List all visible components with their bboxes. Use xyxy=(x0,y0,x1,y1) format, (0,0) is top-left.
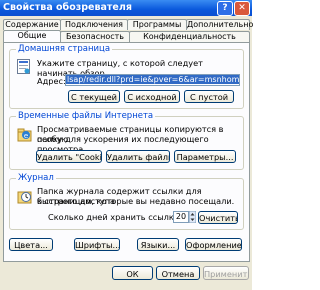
fonts-button[interactable]: Шрифты... xyxy=(74,238,120,251)
apply-button[interactable]: Применить xyxy=(203,266,249,280)
tab-content[interactable]: Содержание xyxy=(3,19,61,30)
address-label: Адрес: xyxy=(37,76,66,86)
history-legend: Журнал xyxy=(16,173,56,183)
use-current-button[interactable]: С текущей xyxy=(68,90,120,103)
clear-history-button[interactable]: Очистить xyxy=(198,211,238,224)
colors-button[interactable]: Цвета... xyxy=(9,238,53,251)
history-days-label: Сколько дней хранить ссылки: xyxy=(48,212,182,222)
temp-settings-button[interactable]: Параметры... xyxy=(174,150,236,163)
close-button[interactable]: ✕ xyxy=(234,1,250,16)
internet-options-dialog: Свойства обозревателя ? ✕ Содержание Под… xyxy=(0,0,253,290)
help-button[interactable]: ? xyxy=(217,1,233,16)
general-tab-panel: Домашняя страница Укажите страницу, с ко… xyxy=(3,42,250,262)
accessibility-button[interactable]: Оформление... xyxy=(185,238,242,251)
tab-connections[interactable]: Подключения xyxy=(60,19,128,30)
history-group: Журнал Папка журнала содержит ссылки для… xyxy=(9,173,244,230)
tab-row-back: Содержание Подключения Программы Дополни… xyxy=(3,19,253,30)
ok-button[interactable]: ОК xyxy=(112,266,153,280)
languages-button[interactable]: Языки... xyxy=(137,238,179,251)
tab-privacy[interactable]: Конфиденциальность xyxy=(129,31,250,42)
history-icon xyxy=(17,191,32,204)
use-blank-button[interactable]: С пустой xyxy=(184,90,234,103)
history-days-input[interactable]: 20 xyxy=(173,211,189,223)
temp-files-legend: Временные файлы Интернета xyxy=(16,111,156,121)
delete-files-button[interactable]: Удалить файлы... xyxy=(106,150,170,163)
window-title: Свойства обозревателя xyxy=(3,2,132,13)
temp-files-icon: e xyxy=(17,128,32,142)
home-page-group: Домашняя страница Укажите страницу, с ко… xyxy=(9,44,244,109)
use-default-button[interactable]: С исходной xyxy=(124,90,180,103)
home-page-icon xyxy=(17,59,30,74)
temp-files-group: Временные файлы Интернета e Просматривае… xyxy=(9,111,244,170)
tab-programs[interactable]: Программы xyxy=(127,19,187,30)
home-page-legend: Домашняя страница xyxy=(16,44,113,54)
history-days-spinner-icon[interactable] xyxy=(189,211,196,223)
delete-cookies-button[interactable]: Удалить "Cookie"... xyxy=(36,150,102,163)
title-bar[interactable]: Свойства обозревателя ? ✕ xyxy=(0,0,252,16)
tab-security[interactable]: Безопасность xyxy=(60,31,130,42)
tab-row-front: Общие Безопасность Конфиденциальность xyxy=(3,30,251,43)
svg-text:e: e xyxy=(24,132,28,140)
cancel-button[interactable]: Отмена xyxy=(156,266,200,280)
tab-advanced[interactable]: Дополнительно xyxy=(186,19,253,30)
home-address-field[interactable]: lsap/redir.dll?prd=ie&pver=6&ar=msnhome xyxy=(65,74,240,86)
history-description-line2: к страницам, которые вы недавно посещали… xyxy=(37,196,235,206)
